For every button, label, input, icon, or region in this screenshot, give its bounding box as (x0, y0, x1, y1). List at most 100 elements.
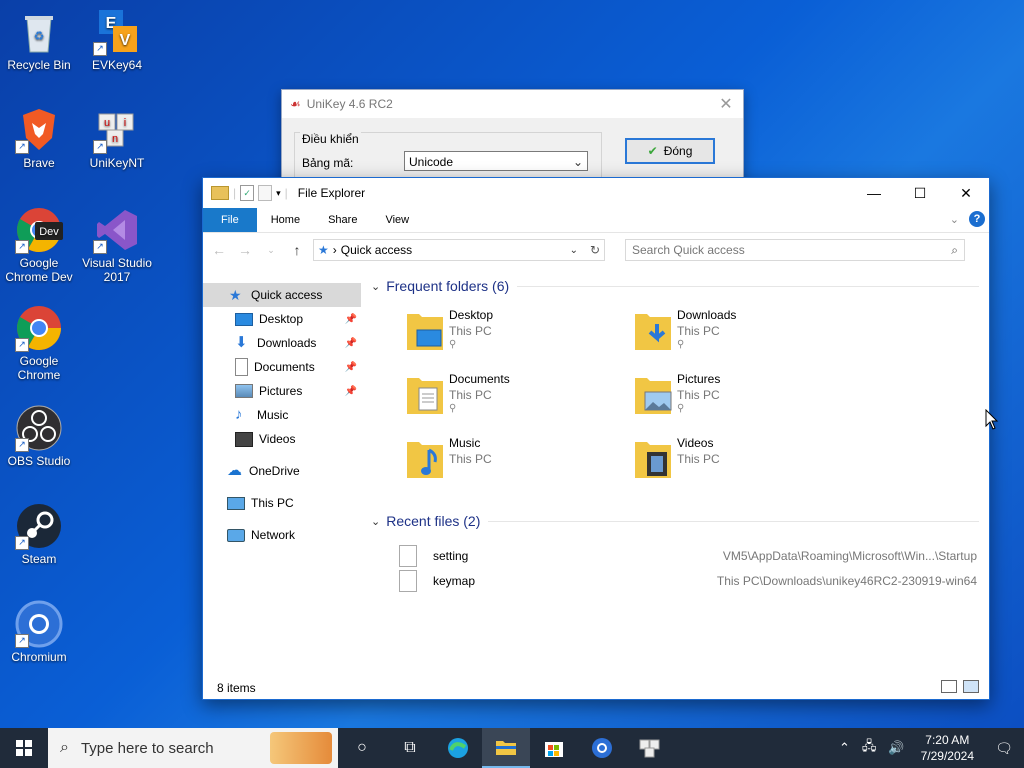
nav-label: Videos (259, 432, 296, 446)
cloud-icon: ☁ (227, 462, 242, 479)
recent-locations-icon[interactable]: ⌄ (261, 245, 281, 256)
desktop-icon-visual-studio[interactable]: ↗ Visual Studio 2017 (79, 206, 155, 284)
search-box[interactable]: Search Quick access ⌕ (625, 239, 965, 261)
chromium-icon: ↗ (15, 600, 63, 648)
folder-tile-downloads[interactable]: Downloads This PC ⚲ (633, 308, 853, 364)
recent-file-row[interactable]: setting VM5\AppData\Roaming\Microsoft\Wi… (399, 544, 977, 568)
desktop-icon-obs[interactable]: ↗ OBS Studio (1, 404, 77, 468)
folder-tile-pictures[interactable]: Pictures This PC ⚲ (633, 372, 853, 428)
desktop-icon-chrome[interactable]: ↗ Google Chrome (1, 304, 77, 382)
evkey-icon: EV ↗ (93, 8, 141, 56)
task-view-icon[interactable]: ⧉ (386, 728, 434, 768)
desktop-icon-label: Brave (23, 156, 55, 170)
explorer-title: File Explorer (297, 186, 366, 200)
unikey-close-button[interactable]: ✔ Đóng (625, 138, 715, 164)
up-arrow-icon[interactable]: ↑ (287, 242, 307, 258)
nav-desktop[interactable]: Desktop 📌 (203, 307, 361, 331)
chromium-taskbar-icon[interactable] (578, 728, 626, 768)
notification-center-icon[interactable]: 🗨 (984, 740, 1024, 757)
folder-tile-music[interactable]: Music This PC (405, 436, 625, 492)
pin-icon: 📌 (344, 361, 357, 373)
nav-label: Documents (254, 360, 315, 374)
maximize-icon[interactable]: ☐ (897, 178, 943, 208)
desktop-icon-chrome-dev[interactable]: Dev ↗ Google Chrome Dev (1, 206, 77, 284)
details-view-icon[interactable] (941, 680, 957, 693)
chevron-down-icon: ⌄ (371, 280, 381, 293)
nav-documents[interactable]: Documents 📌 (203, 355, 361, 379)
taskbar-search-box[interactable]: ⌕ Type here to search (48, 728, 338, 768)
star-icon: ★ (318, 243, 329, 257)
address-bar[interactable]: ★ › Quick access ⌄ ↻ (313, 239, 605, 261)
nav-label: OneDrive (249, 464, 300, 478)
recent-file-row[interactable]: keymap This PC\Downloads\unikey46RC2-230… (399, 569, 977, 593)
large-icons-view-icon[interactable] (963, 680, 979, 693)
unikey-close-icon[interactable]: ✕ (709, 94, 743, 114)
chevron-up-icon[interactable]: ⌃ (833, 740, 856, 756)
tab-view[interactable]: View (371, 208, 423, 232)
taskbar-search-placeholder: Type here to search (80, 739, 214, 757)
expand-ribbon-icon[interactable]: ⌄ (950, 213, 959, 226)
folder-icon (211, 186, 229, 200)
desktop-icon-chromium[interactable]: ↗ Chromium (1, 600, 77, 664)
desktop-icon-recycle-bin[interactable]: ♻ Recycle Bin (1, 8, 77, 72)
nav-network[interactable]: Network (203, 523, 361, 547)
properties-icon[interactable]: ✓ (240, 185, 255, 201)
desktop-icon-steam[interactable]: ↗ Steam (1, 502, 77, 566)
nav-pictures[interactable]: Pictures 📌 (203, 379, 361, 403)
refresh-icon[interactable]: ↻ (590, 243, 600, 257)
desktop-icon-label: Chromium (11, 650, 67, 664)
folder-tile-desktop[interactable]: Desktop This PC ⚲ (405, 308, 625, 364)
new-folder-icon[interactable] (258, 185, 273, 201)
start-button[interactable] (0, 728, 48, 768)
close-icon[interactable]: ✕ (943, 178, 989, 208)
nav-music[interactable]: ♪ Music (203, 403, 361, 427)
document-icon (235, 358, 248, 376)
svg-text:V: V (120, 32, 131, 49)
folder-tile-documents[interactable]: Documents This PC ⚲ (405, 372, 625, 428)
clock[interactable]: 7:20 AM 7/29/2024 (911, 732, 984, 764)
status-item-count: 8 items (217, 681, 256, 695)
charset-select[interactable]: Unicode ⌄ (404, 151, 588, 171)
volume-icon[interactable]: 🔊 (882, 740, 910, 756)
unikey-taskbar-icon[interactable] (626, 728, 674, 768)
tab-share[interactable]: Share (314, 208, 371, 232)
unikey-titlebar[interactable]: ☙ UniKey 4.6 RC2 ✕ (282, 90, 743, 118)
address-text: Quick access (340, 243, 413, 257)
network-status-icon[interactable]: 🖧 (856, 737, 883, 759)
desktop-icon-evkey[interactable]: EV ↗ EVKey64 (79, 8, 155, 72)
svg-text:n: n (112, 133, 118, 145)
recent-files-header[interactable]: ⌄ Recent files (2) (361, 509, 989, 533)
nav-downloads[interactable]: ⬇ Downloads 📌 (203, 331, 361, 355)
help-icon[interactable]: ? (969, 211, 985, 227)
folder-tile-videos[interactable]: Videos This PC (633, 436, 853, 492)
address-dropdown-icon[interactable]: ⌄ (570, 245, 578, 256)
tab-file[interactable]: File (203, 208, 257, 232)
forward-arrow-icon[interactable]: → (235, 242, 255, 258)
control-group-title: Điều khiển (300, 132, 361, 146)
tab-home[interactable]: Home (257, 208, 314, 232)
nav-this-pc[interactable]: This PC (203, 491, 361, 515)
edge-icon[interactable] (434, 728, 482, 768)
back-arrow-icon[interactable]: ← (209, 242, 229, 258)
documents-folder-icon (405, 372, 445, 416)
desktop-icon-unikeynt[interactable]: u in ↗ UniKeyNT (79, 106, 155, 170)
nav-videos[interactable]: Videos (203, 427, 361, 451)
desktop-icon-brave[interactable]: ↗ Brave (1, 106, 77, 170)
navigation-pane: ★ Quick access Desktop 📌 ⬇ Downloads 📌 D… (203, 283, 361, 673)
explorer-titlebar[interactable]: | ✓ ▾ | File Explorer — ☐ ✕ (203, 178, 989, 208)
pin-icon: ⚲ (677, 339, 685, 350)
computer-icon (227, 496, 245, 510)
nav-quick-access[interactable]: ★ Quick access (203, 283, 361, 307)
pictures-icon (235, 384, 253, 398)
videos-folder-icon (633, 436, 673, 480)
file-explorer-taskbar-icon[interactable] (482, 728, 530, 768)
frequent-folders-header[interactable]: ⌄ Frequent folders (6) (361, 274, 989, 298)
chrome-icon: ↗ (15, 304, 63, 352)
minimize-icon[interactable]: — (851, 178, 897, 208)
pin-icon: 📌 (344, 385, 357, 397)
microsoft-store-icon[interactable] (530, 728, 578, 768)
nav-onedrive[interactable]: ☁ OneDrive (203, 459, 361, 483)
cortana-icon[interactable]: ○ (338, 728, 386, 768)
desktop-icon-label: Visual Studio 2017 (82, 256, 152, 284)
customize-qat-icon[interactable]: ▾ (276, 188, 281, 199)
